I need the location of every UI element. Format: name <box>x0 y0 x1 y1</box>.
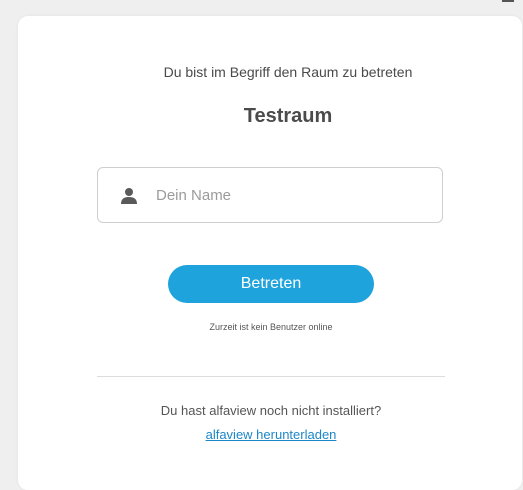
online-status-text: Zurzeit ist kein Benutzer online <box>209 322 333 332</box>
join-room-card: Du bist im Begriff den Raum zu betreten … <box>18 16 522 490</box>
not-installed-text: Du hast alfaview noch nicht installiert? <box>160 403 382 418</box>
name-input[interactable] <box>156 182 426 208</box>
enter-button[interactable]: Betreten <box>168 265 374 303</box>
room-title: Testraum <box>243 105 333 127</box>
download-link-container: alfaview herunterladen <box>18 427 523 442</box>
download-link[interactable]: alfaview herunterladen <box>206 427 337 442</box>
user-icon <box>120 187 138 205</box>
divider <box>97 376 445 377</box>
name-input-field[interactable] <box>97 167 443 223</box>
window-edge-mark <box>502 0 514 2</box>
join-intro-text: Du bist im Begriff den Raum zu betreten <box>163 64 413 80</box>
